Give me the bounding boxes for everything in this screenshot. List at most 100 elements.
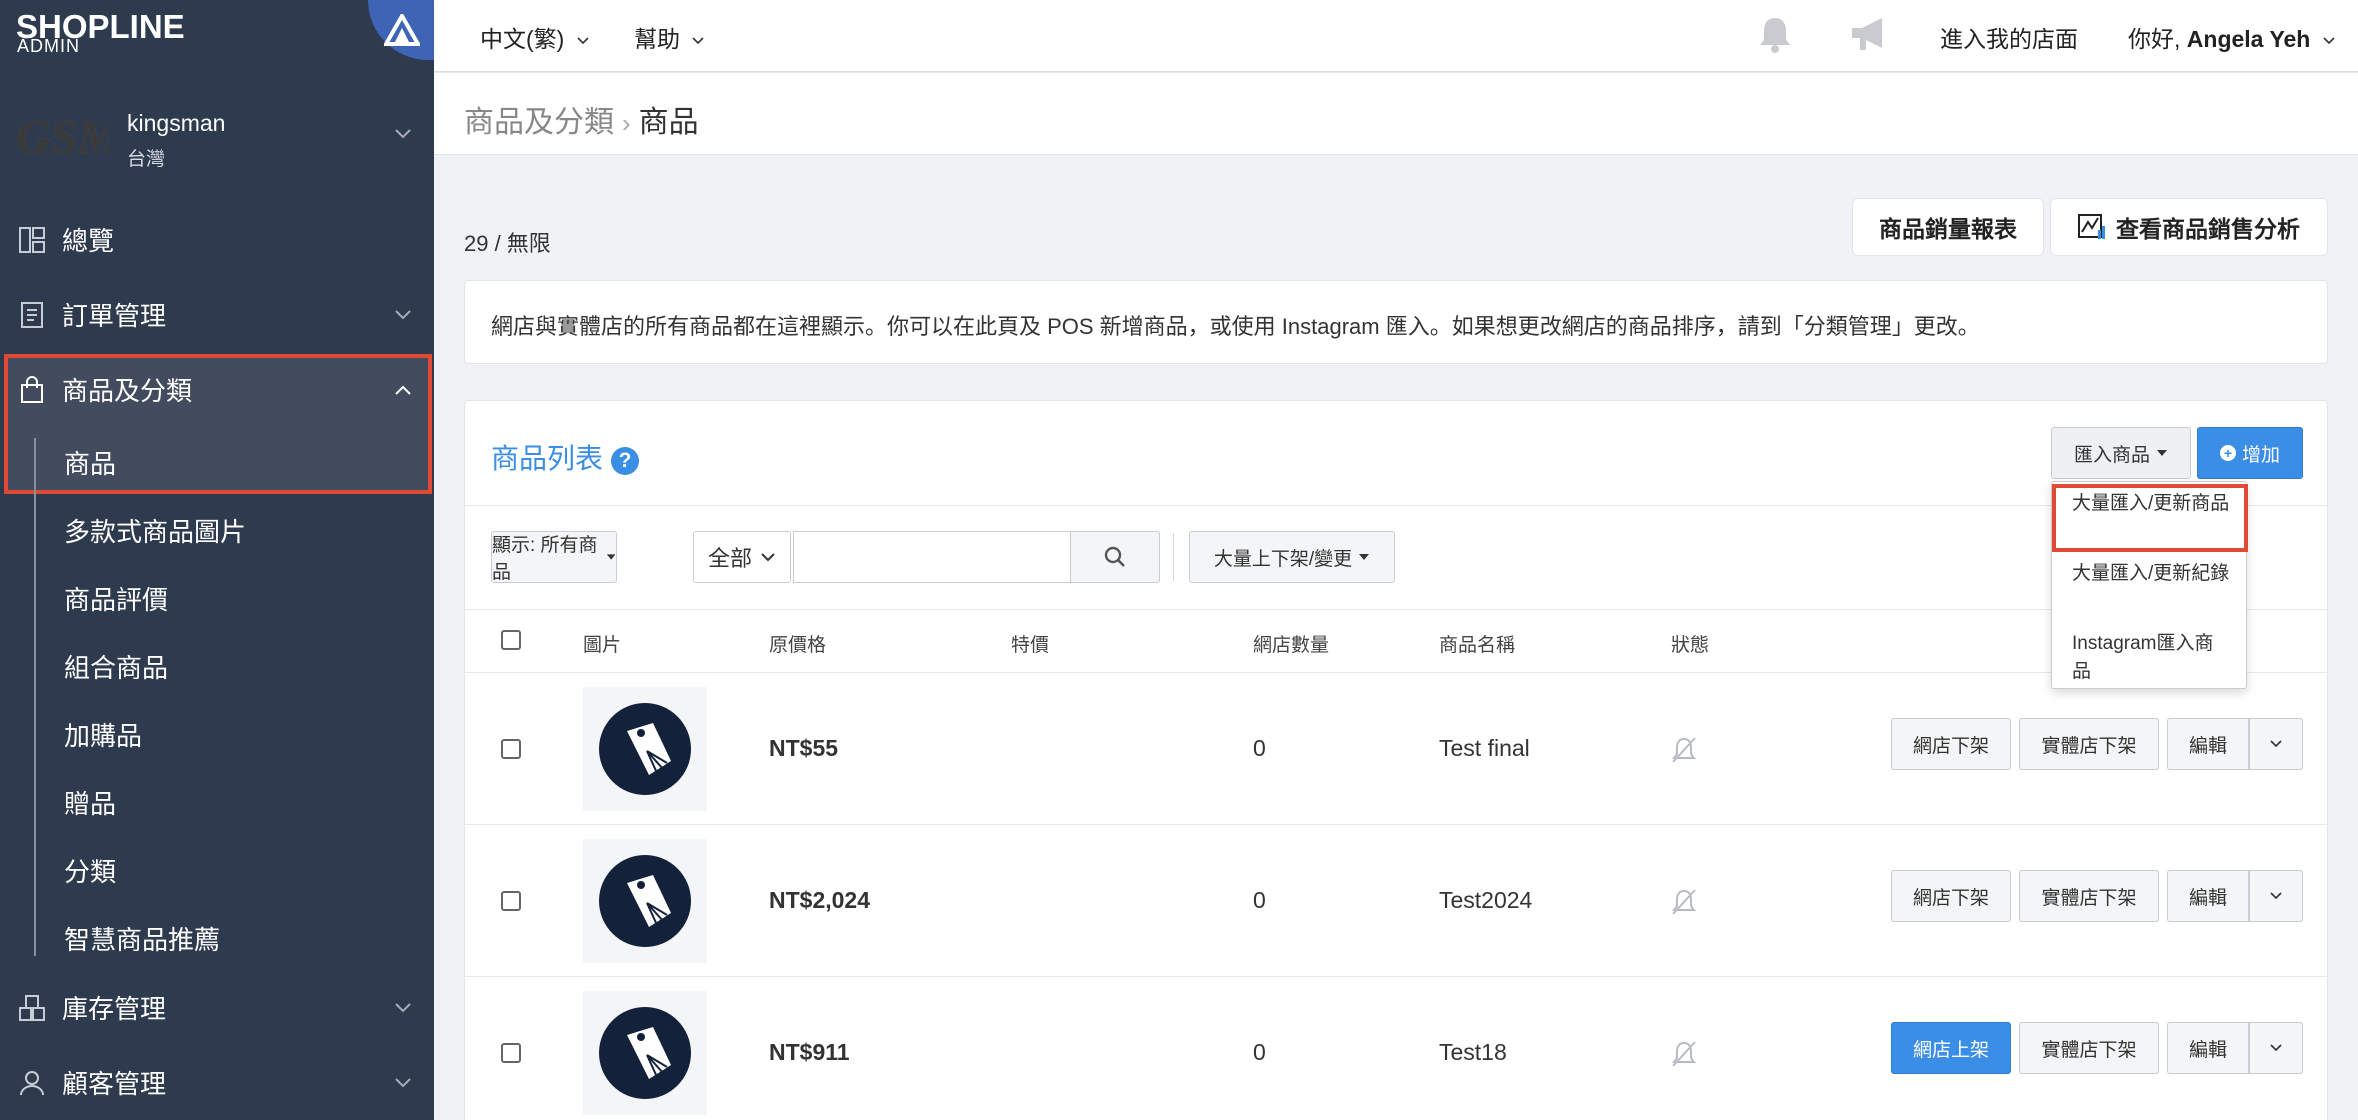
sidebar-subitem-products[interactable]: 商品 (64, 444, 116, 481)
store-logo: GSM (16, 111, 108, 164)
dropdown-item-bulk-import[interactable]: 大量匯入/更新商品 (2072, 490, 2232, 518)
add-label: 增加 (2241, 444, 2280, 466)
product-thumbnail[interactable] (583, 687, 707, 811)
chevron-down-icon (395, 129, 411, 139)
display-filter-dropdown[interactable]: 顯示: 所有商品 (491, 531, 617, 583)
import-products-button[interactable]: 匯入商品 (2051, 427, 2191, 479)
column-header-online-qty[interactable]: 網店數量 (1253, 630, 1329, 657)
column-header-price[interactable]: 原價格 (769, 630, 826, 657)
bulk-action-dropdown[interactable]: 大量上下架/變更 (1189, 531, 1395, 583)
store-delist-button[interactable]: 實體店下架 (2019, 870, 2159, 922)
sidebar-subitem-variant-images[interactable]: 多款式商品圖片 (64, 512, 246, 549)
more-actions-button[interactable] (2249, 870, 2303, 922)
breadcrumb-bar: 商品及分類 › 商品 (434, 73, 2358, 155)
dropdown-item-instagram-import[interactable]: Instagram匯入商品 (2072, 630, 2232, 686)
price-tag-icon (599, 703, 691, 795)
product-quota: 29 / 無限 (464, 231, 551, 256)
product-name[interactable]: Test2024 (1439, 887, 1532, 914)
import-label: 匯入商品 (2073, 444, 2150, 466)
help-icon[interactable]: ? (611, 446, 640, 475)
sidebar-item-label: 總覽 (62, 225, 115, 256)
column-header-status: 狀態 (1671, 635, 1710, 656)
chevron-down-icon (2270, 740, 2282, 748)
product-thumbnail[interactable] (583, 991, 707, 1115)
store-switcher[interactable]: GSM kingsman 台灣 (0, 92, 434, 192)
product-list-panel: 商品列表? 匯入商品 + 增加 大量匯入/更新商品 大量匯入/更新紀錄 Insta… (464, 400, 2328, 1120)
greeting-text: 你好, (2128, 26, 2187, 52)
bell-icon[interactable] (1756, 14, 1794, 54)
search-input[interactable] (793, 531, 1071, 583)
edit-button[interactable]: 編輯 (2167, 870, 2249, 922)
edit-button[interactable]: 編輯 (2167, 718, 2249, 770)
inventory-icon (19, 995, 45, 1021)
product-thumbnail[interactable] (583, 839, 707, 963)
table-header: 圖片 原價格 特價 網店數量 商品名稱 狀態 (465, 609, 2327, 673)
submenu-line (34, 438, 36, 956)
sales-analysis-button[interactable]: 查看商品銷售分析 (2050, 198, 2328, 256)
chevron-up-icon (395, 385, 411, 395)
row-checkbox[interactable] (501, 891, 521, 911)
chevron-down-icon (2323, 37, 2335, 45)
sidebar-item-customers[interactable]: 顧客管理 (0, 1047, 434, 1117)
column-header-name[interactable]: 商品名稱 (1439, 630, 1515, 657)
sidebar-subitem-bundles[interactable]: 組合商品 (64, 648, 168, 685)
select-all-checkbox[interactable] (501, 630, 521, 650)
caret-down-icon (2157, 450, 2167, 456)
table-row: NT$2,024 0 Test2024 網店下架 實體店下架 編輯 (465, 825, 2327, 977)
online-list-button[interactable]: 網店上架 (1891, 1022, 2011, 1074)
language-selector[interactable]: 中文(繁) (480, 20, 589, 54)
display-filter-label: 顯示: 所有商品 (492, 535, 598, 583)
add-product-button[interactable]: + 增加 (2197, 427, 2303, 479)
column-header-image: 圖片 (583, 635, 622, 656)
sidebar-subitem-gifts[interactable]: 贈品 (64, 784, 116, 821)
search-button[interactable] (1070, 531, 1160, 583)
column-header-sale-price[interactable]: 特價 (1011, 630, 1049, 657)
store-delist-button[interactable]: 實體店下架 (2019, 1022, 2159, 1074)
sidebar-subitem-categories[interactable]: 分類 (64, 852, 116, 889)
sidebar-item-label: 庫存管理 (62, 993, 167, 1024)
dropdown-item-import-log[interactable]: 大量匯入/更新紀錄 (2072, 560, 2232, 588)
brand-corner-icon[interactable] (368, 0, 434, 60)
online-delist-button[interactable]: 網店下架 (1891, 718, 2011, 770)
sidebar: SHOPLINE ADMIN GSM kingsman 台灣 總覽 訂單管理 商… (0, 0, 434, 1120)
user-name: Angela Yeh (2186, 26, 2311, 52)
store-region: 台灣 (127, 149, 166, 170)
enter-store-link[interactable]: 進入我的店面 (1940, 20, 2078, 54)
scope-filter-dropdown[interactable]: 全部 (693, 531, 791, 583)
row-checkbox[interactable] (501, 1043, 521, 1063)
chevron-down-icon (395, 1078, 411, 1088)
chevron-down-icon (395, 1003, 411, 1013)
product-name[interactable]: Test18 (1439, 1039, 1507, 1066)
sidebar-item-inventory[interactable]: 庫存管理 (0, 972, 434, 1042)
sidebar-item-products-categories[interactable]: 商品及分類 (0, 354, 434, 424)
logo-area[interactable]: SHOPLINE ADMIN (0, 0, 434, 72)
price-tag-icon (599, 855, 691, 947)
megaphone-icon[interactable] (1848, 14, 1892, 54)
product-price: NT$911 (769, 1039, 850, 1065)
clipboard-icon (21, 302, 43, 328)
user-menu[interactable]: 你好, Angela Yeh (2128, 20, 2335, 54)
store-delist-button[interactable]: 實體店下架 (2019, 718, 2159, 770)
sidebar-item-overview[interactable]: 總覽 (0, 204, 434, 274)
caret-down-icon (606, 554, 616, 560)
sidebar-subitem-reviews[interactable]: 商品評價 (64, 580, 168, 617)
breadcrumb-parent[interactable]: 商品及分類 (464, 106, 614, 139)
table-row: NT$911 0 Test18 網店上架 實體店下架 編輯 (465, 977, 2327, 1120)
sidebar-item-orders[interactable]: 訂單管理 (0, 279, 434, 349)
help-menu[interactable]: 幫助 (634, 20, 704, 54)
row-checkbox[interactable] (501, 739, 521, 759)
bulk-action-label: 大量上下架/變更 (1213, 548, 1353, 570)
sidebar-subitem-addons[interactable]: 加購品 (64, 716, 142, 753)
more-actions-button[interactable] (2249, 1022, 2303, 1074)
edit-button[interactable]: 編輯 (2167, 1022, 2249, 1074)
sidebar-subitem-smart-recommendation[interactable]: 智慧商品推薦 (64, 920, 220, 957)
notification-off-icon (1672, 737, 1696, 763)
product-name[interactable]: Test final (1439, 735, 1530, 762)
person-icon (20, 1071, 44, 1096)
more-actions-button[interactable] (2249, 718, 2303, 770)
sales-report-button[interactable]: 商品銷量報表 (1852, 198, 2044, 256)
chevron-down-icon (395, 310, 411, 320)
online-delist-button[interactable]: 網店下架 (1891, 870, 2011, 922)
info-notice: 網店與實體店的所有商品都在這裡顯示。你可以在此頁及 POS 新增商品，或使用 I… (464, 280, 2328, 364)
chevron-down-icon (761, 553, 775, 562)
